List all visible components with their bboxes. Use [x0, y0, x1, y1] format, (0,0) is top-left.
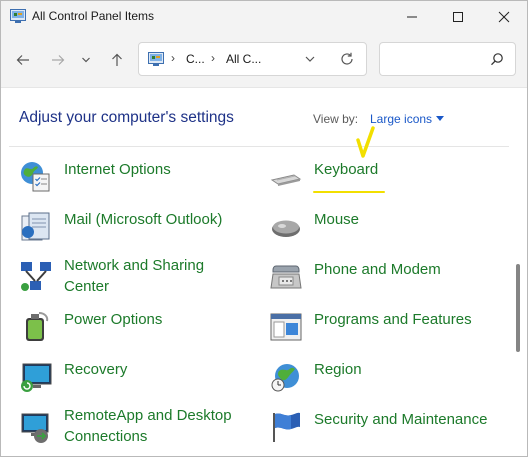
- forward-button[interactable]: [46, 49, 70, 71]
- control-panel-window: All Control Panel Items › C... › All C..…: [0, 0, 528, 457]
- view-by-dropdown[interactable]: Large icons: [370, 112, 432, 126]
- programs-icon: [270, 313, 302, 341]
- up-button[interactable]: [105, 49, 129, 71]
- close-button[interactable]: [481, 1, 527, 32]
- item-label[interactable]: Security and Maintenance: [314, 410, 487, 431]
- item-label[interactable]: Mail (Microsoft Outlook): [64, 210, 222, 231]
- network-icon: [21, 262, 51, 291]
- keyboard-icon: [270, 174, 302, 186]
- content-pane: Adjust your computer's settings View by:…: [1, 88, 527, 456]
- address-bar[interactable]: › C... › All C...: [138, 42, 367, 76]
- mail-icon: [21, 212, 50, 241]
- item-label[interactable]: Region: [314, 360, 362, 381]
- navigation-bar: › C... › All C...: [1, 32, 527, 88]
- item-label[interactable]: Network and Sharing Center: [64, 256, 204, 297]
- recent-locations-button[interactable]: [76, 49, 96, 71]
- underline-annotation: [313, 191, 385, 193]
- item-label[interactable]: Keyboard: [314, 160, 378, 181]
- phone-icon: [270, 265, 302, 289]
- item-phone-modem[interactable]: Phone and Modem: [269, 260, 469, 296]
- mouse-icon: [272, 220, 300, 237]
- item-network-sharing[interactable]: Network and Sharing Center: [19, 256, 239, 302]
- arrow-left-icon: [16, 55, 29, 65]
- refresh-icon[interactable]: [339, 51, 355, 67]
- control-panel-icon: [10, 9, 26, 23]
- search-box[interactable]: [379, 42, 516, 76]
- minimize-icon: [407, 16, 417, 17]
- item-recovery[interactable]: Recovery: [19, 360, 219, 396]
- item-security-maintenance[interactable]: Security and Maintenance: [269, 410, 504, 446]
- search-icon[interactable]: [490, 52, 504, 66]
- back-button[interactable]: [11, 49, 35, 71]
- item-label[interactable]: Power Options: [64, 310, 162, 331]
- item-internet-options[interactable]: Internet Options: [19, 160, 219, 196]
- remoteapp-icon: [21, 413, 49, 443]
- close-icon: [498, 11, 510, 22]
- breadcrumb-segment[interactable]: All C...: [226, 52, 261, 66]
- item-programs-features[interactable]: Programs and Features: [269, 310, 489, 346]
- item-mouse[interactable]: Mouse: [269, 210, 469, 246]
- minimize-button[interactable]: [389, 1, 435, 32]
- item-remoteapp[interactable]: RemoteApp and Desktop Connections: [19, 406, 249, 452]
- breadcrumb-separator-icon[interactable]: ›: [211, 51, 215, 65]
- internet-options-icon: [21, 162, 50, 192]
- arrow-up-icon: [112, 53, 122, 66]
- region-icon: [271, 364, 299, 392]
- divider: [9, 146, 509, 147]
- power-icon: [26, 312, 49, 341]
- item-label[interactable]: Phone and Modem: [314, 260, 441, 281]
- maximize-icon: [453, 11, 463, 22]
- item-label[interactable]: Programs and Features: [314, 310, 472, 331]
- vertical-scrollbar[interactable]: [516, 264, 520, 352]
- checkmark-annotation-icon: [356, 126, 375, 158]
- item-label[interactable]: RemoteApp and Desktop Connections: [64, 406, 232, 447]
- breadcrumb-separator-icon[interactable]: ›: [171, 51, 175, 65]
- chevron-down-icon[interactable]: [303, 52, 317, 66]
- security-icon: [273, 412, 300, 442]
- arrow-right-icon: [52, 55, 65, 65]
- page-heading: Adjust your computer's settings: [19, 109, 234, 126]
- maximize-button[interactable]: [435, 1, 481, 32]
- control-panel-icon: [148, 52, 164, 66]
- recovery-icon: [21, 363, 52, 392]
- window-title: All Control Panel Items: [32, 9, 155, 23]
- breadcrumb-segment[interactable]: C...: [186, 52, 205, 66]
- item-label[interactable]: Mouse: [314, 210, 359, 231]
- item-label[interactable]: Recovery: [64, 360, 127, 381]
- chevron-down-icon: [82, 57, 90, 63]
- item-label[interactable]: Internet Options: [64, 160, 171, 181]
- view-by-label: View by:: [313, 112, 359, 126]
- item-region[interactable]: Region: [269, 360, 469, 396]
- title-bar: All Control Panel Items: [1, 1, 527, 32]
- item-power-options[interactable]: Power Options: [19, 310, 219, 346]
- item-mail[interactable]: Mail (Microsoft Outlook): [19, 210, 249, 246]
- caret-down-icon[interactable]: [436, 116, 444, 121]
